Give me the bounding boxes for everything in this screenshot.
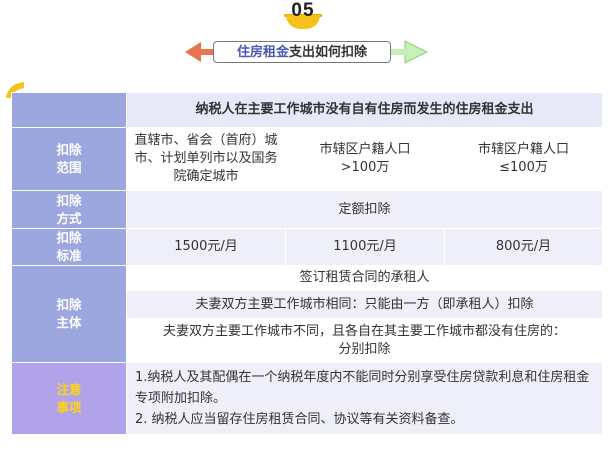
subject-line-1: 签订租赁合同的承租人 xyxy=(126,265,603,291)
subject-line-2: 夫妻双方主要工作城市相同：只能由一方（即承租人）扣除 xyxy=(126,290,603,319)
section-title-highlight: 住房租金 xyxy=(236,45,289,60)
standard-cell-2: 1100元/月 xyxy=(285,228,445,266)
table-title-row: 纳税人在主要工作城市没有自有住房而发生的住房租金支出 xyxy=(11,92,603,128)
subject-line-3: 夫妻双方主要工作城市不同，且各自在其主要工作城市都没有住房的：分别扣除 xyxy=(126,318,603,363)
corner-cell xyxy=(11,92,127,128)
note-item-1: 1.纳税人及其配偶在一个纳税年度内不能同时分别享受住房贷款利息和住房租金专项附加… xyxy=(135,370,590,406)
rent-deduction-table: 纳税人在主要工作城市没有自有住房而发生的住房租金支出 扣除 范围 直辖市、省会（… xyxy=(11,92,603,435)
table-title: 纳税人在主要工作城市没有自有住房而发生的住房租金支出 xyxy=(126,92,603,128)
standard-row: 扣除 标准 1500元/月 1100元/月 800元/月 xyxy=(11,228,603,266)
scope-cell-2: 市辖区户籍人口 >100万 xyxy=(285,127,445,191)
scope-cell-3: 市辖区户籍人口 ≤100万 xyxy=(444,127,603,191)
notes-row: 注意 事项 1.纳税人及其配偶在一个纳税年度内不能同时分别享受住房贷款利息和住房… xyxy=(11,362,603,435)
subject-row-1: 扣除 主体 签订租赁合同的承租人 xyxy=(11,265,603,363)
method-value: 定额扣除 xyxy=(126,190,603,229)
section-number-badge: 05 xyxy=(277,0,329,29)
method-label: 扣除 方式 xyxy=(11,190,127,229)
section-title: 住房租金支出如何扣除 xyxy=(213,41,391,63)
notes-content: 1.纳税人及其配偶在一个纳税年度内不能同时分别享受住房贷款利息和住房租金专项附加… xyxy=(126,362,603,435)
notes-label: 注意 事项 xyxy=(11,362,127,435)
subject-label: 扣除 主体 xyxy=(11,265,127,363)
note-item-2: 2. 纳税人应当留存住房租赁合同、协议等有关资料备查。 xyxy=(135,412,464,427)
standard-label: 扣除 标准 xyxy=(11,228,127,266)
standard-cell-3: 800元/月 xyxy=(444,228,603,266)
section-title-rest: 支出如何扣除 xyxy=(289,45,368,60)
scope-label: 扣除 范围 xyxy=(11,127,127,191)
method-row: 扣除 方式 定额扣除 xyxy=(11,190,603,229)
section-title-banner: 住房租金支出如何扣除 xyxy=(183,36,429,68)
standard-cell-1: 1500元/月 xyxy=(126,228,286,266)
scope-row: 扣除 范围 直辖市、省会（首府）城市、计划单列市以及国务院确定城市 市辖区户籍人… xyxy=(11,127,603,191)
section-number: 05 xyxy=(291,0,315,21)
scope-cell-1: 直辖市、省会（首府）城市、计划单列市以及国务院确定城市 xyxy=(126,127,286,191)
